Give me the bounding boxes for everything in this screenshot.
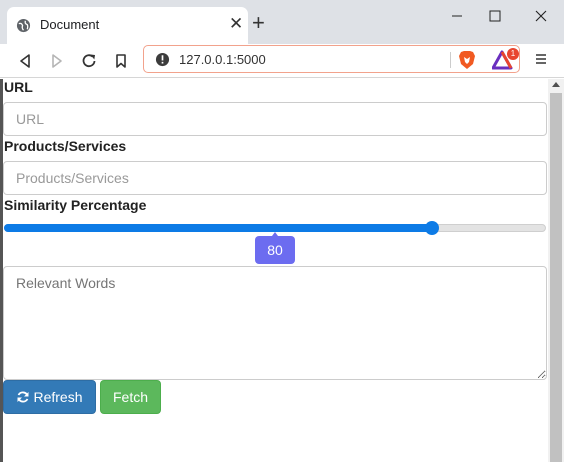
vertical-scrollbar[interactable]: [548, 79, 564, 462]
scrollbar-thumb[interactable]: [550, 93, 562, 462]
slider-fill: [4, 224, 433, 232]
window-close-icon[interactable]: [530, 7, 552, 25]
page-viewport: URL Products/Services Similarity Percent…: [0, 79, 564, 462]
refresh-button-label: Refresh: [33, 389, 83, 405]
forward-icon[interactable]: [46, 50, 68, 72]
reload-icon[interactable]: [78, 50, 100, 72]
tab-strip: Document ✕ +: [0, 0, 564, 44]
info-icon[interactable]: [155, 52, 170, 67]
rewards-badge: 1: [507, 48, 519, 60]
bookmark-icon[interactable]: [110, 50, 132, 72]
fetch-button[interactable]: Fetch: [100, 380, 161, 414]
refresh-button[interactable]: Refresh: [3, 380, 96, 414]
scroll-up-arrow-icon[interactable]: [552, 82, 560, 87]
close-icon[interactable]: ✕: [229, 15, 243, 33]
refresh-icon: [17, 391, 29, 403]
similarity-label: Similarity Percentage: [4, 197, 147, 213]
plus-icon[interactable]: +: [252, 12, 265, 34]
products-input[interactable]: [3, 161, 547, 195]
brave-lion-icon[interactable]: [458, 50, 476, 70]
slider-thumb[interactable]: [425, 221, 440, 235]
address-bar[interactable]: 127.0.0.1:5000 1: [143, 45, 520, 73]
minimize-icon[interactable]: [446, 7, 468, 25]
relevant-words-textarea[interactable]: [3, 266, 547, 380]
menu-icon[interactable]: [534, 52, 548, 66]
url-input[interactable]: [3, 102, 547, 136]
maximize-icon[interactable]: [484, 7, 506, 25]
tab-title: Document: [40, 17, 100, 32]
products-label: Products/Services: [4, 138, 127, 154]
similarity-value-bubble: 80: [255, 232, 295, 264]
omnibox-divider: [450, 52, 451, 68]
url-label: URL: [4, 79, 33, 95]
url-text: 127.0.0.1:5000: [179, 52, 266, 67]
browser-toolbar: 127.0.0.1:5000 1: [0, 44, 564, 78]
globe-icon: [16, 18, 31, 33]
back-icon[interactable]: [14, 50, 36, 72]
browser-tab[interactable]: Document ✕: [7, 7, 248, 44]
